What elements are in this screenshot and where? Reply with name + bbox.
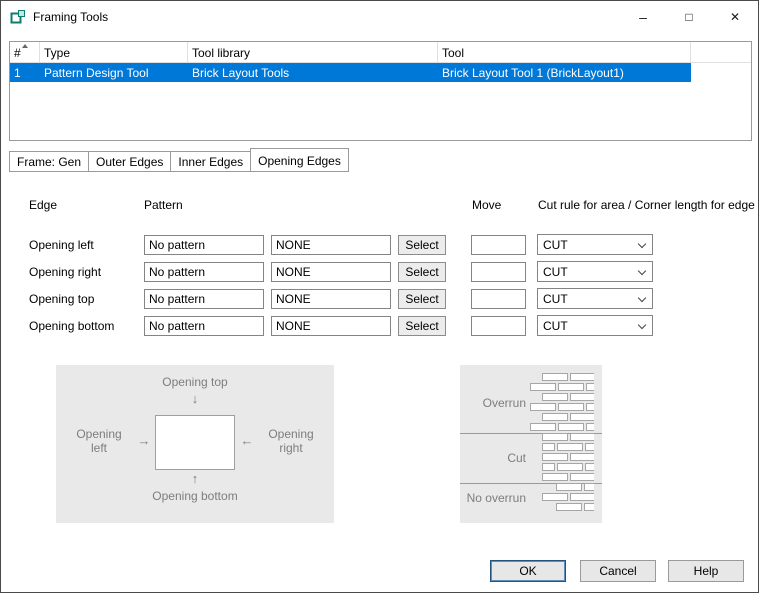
column-header-filler	[691, 42, 751, 62]
opening-rectangle	[155, 415, 235, 470]
tab-opening-edges[interactable]: Opening Edges	[250, 148, 349, 172]
tool-list: # Type Tool library Tool 1 Pattern Desig…	[9, 41, 752, 141]
cut-rule-column-header: Cut rule for area / Corner length for ed…	[538, 198, 755, 212]
app-icon	[10, 9, 26, 25]
pattern-name-field[interactable]	[144, 316, 264, 336]
column-header-number[interactable]: #	[10, 42, 40, 62]
chevron-down-icon	[638, 321, 646, 329]
select-pattern-button[interactable]: Select	[398, 235, 446, 255]
opening-bottom-label: Opening bottom	[56, 489, 334, 503]
pattern-library-field[interactable]	[271, 289, 391, 309]
cut-rule-value: CUT	[543, 238, 568, 252]
sort-ascending-icon	[22, 44, 28, 48]
titlebar: Framing Tools – □ ✕	[1, 1, 758, 32]
pattern-name-field[interactable]	[144, 289, 264, 309]
help-button[interactable]: Help	[668, 560, 744, 582]
arrow-up-icon: ↑	[56, 471, 334, 486]
move-input[interactable]	[471, 262, 526, 282]
column-header-tool[interactable]: Tool	[438, 42, 691, 62]
arrow-right-icon: →	[134, 433, 154, 448]
edge-row-opening-top: Opening top Select CUT	[29, 288, 653, 309]
brick-wall-graphic	[530, 373, 594, 515]
cut-rule-dropdown[interactable]: CUT	[537, 288, 653, 309]
select-pattern-button[interactable]: Select	[398, 262, 446, 282]
pattern-name-field[interactable]	[144, 262, 264, 282]
column-header-number-label: #	[14, 46, 21, 60]
cut-rule-diagram: Overrun Cut No overrun	[460, 365, 602, 523]
move-input[interactable]	[471, 235, 526, 255]
cell-library: Brick Layout Tools	[188, 66, 438, 80]
overrun-label: Overrun	[460, 396, 526, 410]
edge-row-label: Opening right	[29, 265, 144, 279]
window-controls: – □ ✕	[620, 1, 758, 32]
tab-outer-edges[interactable]: Outer Edges	[88, 151, 171, 172]
edge-row-opening-right: Opening right Select CUT	[29, 261, 653, 282]
move-input[interactable]	[471, 289, 526, 309]
chevron-down-icon	[638, 267, 646, 275]
opening-edges-diagram: Opening top ↓ Opening left → ← Opening r…	[56, 365, 334, 523]
move-input[interactable]	[471, 316, 526, 336]
pattern-name-field[interactable]	[144, 235, 264, 255]
chevron-down-icon	[638, 240, 646, 248]
column-header-type[interactable]: Type	[40, 42, 188, 62]
ok-button[interactable]: OK	[490, 560, 566, 582]
cell-tool: Brick Layout Tool 1 (BrickLayout1)	[438, 66, 691, 80]
opening-left-label: Opening left	[68, 427, 130, 455]
pattern-library-field[interactable]	[271, 316, 391, 336]
cut-rule-value: CUT	[543, 319, 568, 333]
cut-label: Cut	[460, 451, 526, 465]
tool-list-header: # Type Tool library Tool	[10, 42, 751, 63]
maximize-button[interactable]: □	[666, 1, 712, 32]
edge-row-opening-bottom: Opening bottom Select CUT	[29, 315, 653, 336]
cut-rule-dropdown[interactable]: CUT	[537, 234, 653, 255]
column-header-library[interactable]: Tool library	[188, 42, 438, 62]
cut-rule-dropdown[interactable]: CUT	[537, 315, 653, 336]
minimize-button[interactable]: –	[620, 1, 666, 32]
tool-row-selected[interactable]: 1 Pattern Design Tool Brick Layout Tools…	[10, 63, 691, 82]
pattern-library-field[interactable]	[271, 235, 391, 255]
cell-type: Pattern Design Tool	[40, 66, 188, 80]
cut-rule-value: CUT	[543, 265, 568, 279]
edge-row-opening-left: Opening left Select CUT	[29, 234, 653, 255]
tab-frame-gen[interactable]: Frame: Gen	[9, 151, 89, 172]
chevron-down-icon	[638, 294, 646, 302]
tab-inner-edges[interactable]: Inner Edges	[170, 151, 251, 172]
select-pattern-button[interactable]: Select	[398, 316, 446, 336]
cut-rule-value: CUT	[543, 292, 568, 306]
opening-right-label: Opening right	[260, 427, 322, 455]
edge-row-label: Opening top	[29, 292, 144, 306]
edge-row-label: Opening bottom	[29, 319, 144, 333]
cut-rule-dropdown[interactable]: CUT	[537, 261, 653, 282]
cell-number: 1	[10, 66, 40, 80]
pattern-column-header: Pattern	[144, 198, 183, 212]
pattern-library-field[interactable]	[271, 262, 391, 282]
edge-row-label: Opening left	[29, 238, 144, 252]
window-title: Framing Tools	[33, 10, 108, 24]
move-column-header: Move	[472, 198, 501, 212]
opening-top-label: Opening top	[56, 375, 334, 389]
select-pattern-button[interactable]: Select	[398, 289, 446, 309]
no-overrun-label: No overrun	[460, 491, 526, 505]
edge-column-header: Edge	[29, 198, 57, 212]
arrow-down-icon: ↓	[56, 391, 334, 406]
arrow-left-icon: ←	[237, 433, 257, 448]
tab-strip: Frame: Gen Outer Edges Inner Edges Openi…	[9, 148, 348, 172]
cancel-button[interactable]: Cancel	[580, 560, 656, 582]
framing-tools-dialog: Framing Tools – □ ✕ # Type Tool library …	[0, 0, 759, 593]
close-button[interactable]: ✕	[712, 1, 758, 32]
